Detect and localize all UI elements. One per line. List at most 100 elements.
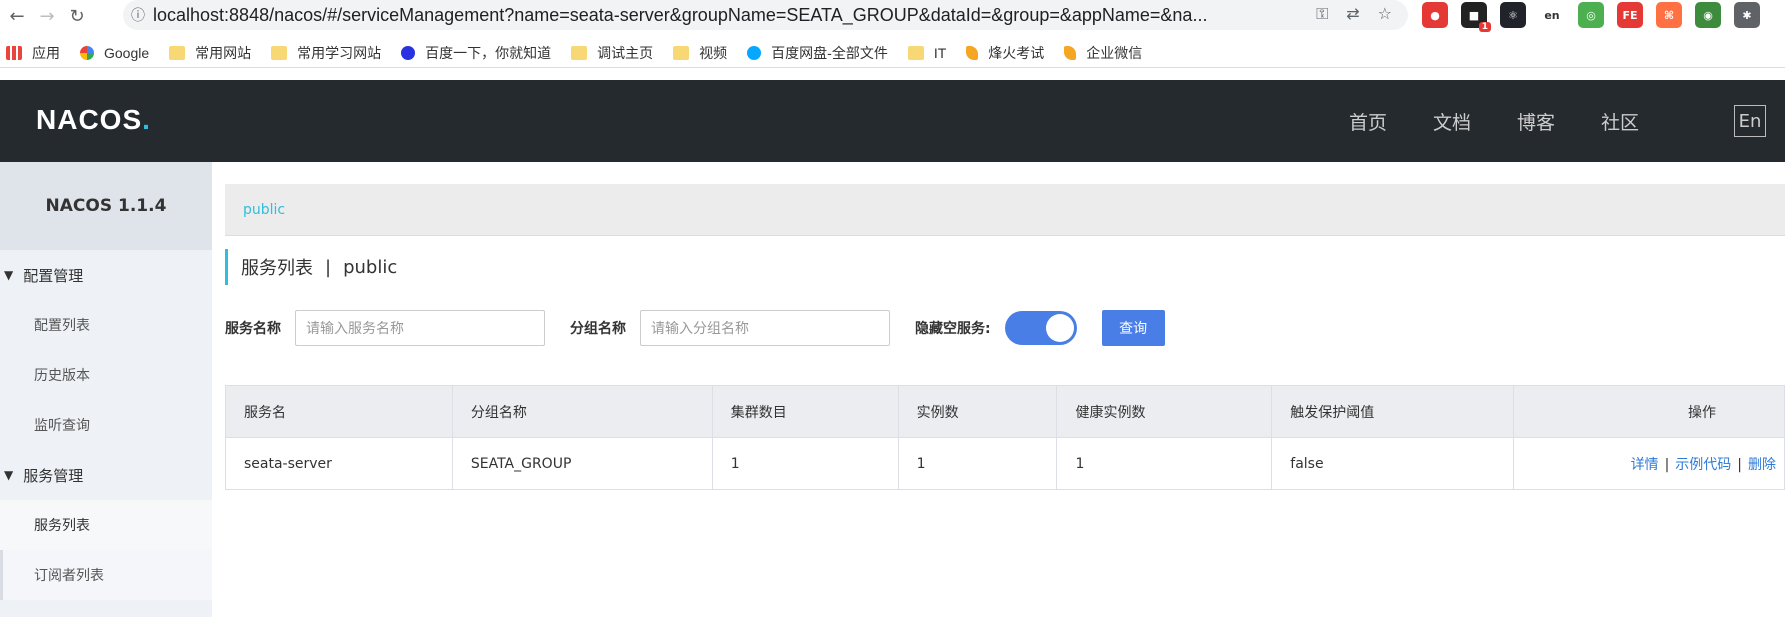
bookmark-label: IT <box>933 44 947 61</box>
top-nav: 首页 文档 博客 社区 <box>1303 108 1639 135</box>
logo-text: NACOS <box>36 104 143 135</box>
sidebar-group-service[interactable]: ▼ 服务管理 <box>0 450 212 500</box>
ops-separator: | <box>1664 456 1670 473</box>
sitemap-ext-icon[interactable]: ⌘ <box>1656 2 1682 28</box>
sidebar-item-history[interactable]: 历史版本 <box>0 350 212 400</box>
extension-glyph: FE <box>1622 8 1638 22</box>
bookmark-item[interactable]: 调试主页 <box>571 43 653 63</box>
hide-empty-toggle[interactable] <box>1004 311 1077 345</box>
query-button[interactable]: 查询 <box>1101 310 1165 346</box>
bookmark-label: 百度一下，你就知道 <box>425 44 552 61</box>
reload-button[interactable]: ↻ <box>64 3 90 29</box>
bookmarks-bar: 应用 Google 常用网站 常用学习网站 百度一下，你就知道 调试主页 视频 百度网盘-全部… <box>0 38 1785 68</box>
group-name-label: 分组名称 <box>570 321 626 337</box>
page-title: 服务列表 | public <box>225 249 397 285</box>
sidebar-item-config-list[interactable]: 配置列表 <box>0 300 212 350</box>
bookmark-label: 烽火考试 <box>988 44 1045 61</box>
sidebar-item-subscribers[interactable]: 订阅者列表 <box>0 550 212 600</box>
col-group-name: 分组名称 <box>451 385 713 438</box>
extension-glyph: ■ <box>1468 8 1480 22</box>
apps-icon <box>6 45 22 60</box>
google-icon <box>80 45 94 60</box>
folder-icon <box>571 45 588 60</box>
ops-separator: | <box>1737 456 1742 473</box>
detail-link[interactable]: 详情 <box>1631 457 1659 473</box>
bookmark-label: 视频 <box>699 44 728 61</box>
target-ext-icon[interactable]: ◎ <box>1578 2 1604 28</box>
bookmark-item[interactable]: IT <box>907 44 947 61</box>
address-bar[interactable]: ⓘ localhost:8848/nacos/#/serviceManageme… <box>123 0 1408 30</box>
filter-form: 服务名称 请输入服务名称 分组名称 请输入分组名称 隐藏空服务: 查询 <box>225 310 1165 346</box>
sidebar: NACOS 1.1.4 ▼ 配置管理 配置列表 历史版本 监听查询 ▼ 服务管理… <box>0 162 212 617</box>
site-info-icon[interactable]: ⓘ <box>123 5 153 25</box>
language-switch[interactable]: En <box>1734 105 1766 137</box>
service-name-input[interactable]: 请输入服务名称 <box>295 310 545 346</box>
browser-toolbar: ← → ↻ ⓘ localhost:8848/nacos/#/serviceMa… <box>0 0 1785 32</box>
translate-icon[interactable]: ⇄ <box>1346 4 1359 24</box>
nav-blog[interactable]: 博客 <box>1517 108 1555 135</box>
extension-badge: 1 <box>1478 22 1491 32</box>
puzzle-icon[interactable]: ✱ <box>1734 2 1760 28</box>
col-operations: 操作 <box>1513 385 1785 438</box>
ie-tab-icon[interactable]: ◉ <box>1695 2 1721 28</box>
cell-cluster-count: 1 <box>711 437 899 490</box>
service-name-label: 服务名称 <box>225 321 281 337</box>
forward-button[interactable]: → <box>34 3 60 29</box>
app-header: NACOS. 首页 文档 博客 社区 En <box>0 80 1785 162</box>
bookmark-item[interactable]: 百度一下，你就知道 <box>401 43 551 63</box>
cell-healthy-count: 1 <box>1056 437 1273 490</box>
adblock-icon[interactable]: ● <box>1422 2 1448 28</box>
back-button[interactable]: ← <box>4 3 30 29</box>
sidebar-item-listener[interactable]: 监听查询 <box>0 400 212 450</box>
folder-icon <box>907 45 924 60</box>
baidu-icon <box>401 45 416 60</box>
delete-link[interactable]: 删除 <box>1748 457 1776 473</box>
extension-glyph: ⚛ <box>1508 8 1518 22</box>
bookmark-item[interactable]: 视频 <box>673 43 727 63</box>
nav-docs[interactable]: 文档 <box>1433 108 1471 135</box>
react-devtools-icon[interactable]: ⚛ <box>1500 2 1526 28</box>
cell-instance-count: 1 <box>897 437 1058 490</box>
page-title-text: 服务列表 <box>241 258 313 279</box>
cell-group-name: SEATA_GROUP <box>451 437 713 490</box>
sample-code-link[interactable]: 示例代码 <box>1675 457 1731 473</box>
star-icon[interactable]: ☆ <box>1378 4 1392 24</box>
sidebar-group-label: 服务管理 <box>23 466 84 485</box>
namespace-public[interactable]: public <box>243 202 285 218</box>
cell-operations: 详情 | 示例代码 | 删除 <box>1513 437 1785 490</box>
hide-empty-label: 隐藏空服务: <box>915 321 991 337</box>
extension-glyph: ● <box>1430 8 1440 22</box>
group-name-input[interactable]: 请输入分组名称 <box>640 310 890 346</box>
extension-glyph: ◎ <box>1586 8 1596 22</box>
sidebar-group-label: 配置管理 <box>23 266 84 285</box>
bookmark-item[interactable]: 烽火考试 <box>966 43 1044 63</box>
version-title: NACOS 1.1.4 <box>0 162 212 250</box>
translate-ext-icon[interactable]: en <box>1539 2 1565 28</box>
bookmark-item[interactable]: Google <box>80 45 149 61</box>
nacos-logo[interactable]: NACOS. <box>36 104 151 136</box>
extension-glyph: en <box>1544 8 1560 22</box>
col-threshold: 触发保护阈值 <box>1271 385 1515 438</box>
bookmark-item[interactable]: 应用 <box>6 43 60 63</box>
fe-ext-icon[interactable]: FE <box>1617 2 1643 28</box>
toggle-knob <box>1045 314 1074 342</box>
bookmark-item[interactable]: 企业微信 <box>1064 43 1142 63</box>
sidebar-item-service-list[interactable]: 服务列表 <box>0 500 212 550</box>
sidebar-group-config[interactable]: ▼ 配置管理 <box>0 250 212 300</box>
bookmark-label: 调试主页 <box>597 44 654 61</box>
page-title-namespace: public <box>343 256 398 278</box>
notification-ext-icon[interactable]: ■ 1 <box>1461 2 1491 32</box>
nav-community[interactable]: 社区 <box>1601 108 1639 135</box>
extension-glyph: ⌘ <box>1663 8 1675 22</box>
bookmark-label: 常用学习网站 <box>297 44 382 61</box>
folder-icon <box>169 45 186 60</box>
key-icon[interactable]: ⚿ <box>1316 4 1328 24</box>
bookmark-label: 常用网站 <box>195 44 252 61</box>
col-instance-count: 实例数 <box>897 385 1058 438</box>
bookmark-item[interactable]: 百度网盘-全部文件 <box>747 43 888 63</box>
cell-service-name: seata-server <box>225 437 453 490</box>
bookmark-item[interactable]: 常用学习网站 <box>271 43 381 63</box>
nav-home[interactable]: 首页 <box>1349 108 1387 135</box>
bookmark-label: 企业微信 <box>1086 44 1143 61</box>
bookmark-item[interactable]: 常用网站 <box>169 43 251 63</box>
